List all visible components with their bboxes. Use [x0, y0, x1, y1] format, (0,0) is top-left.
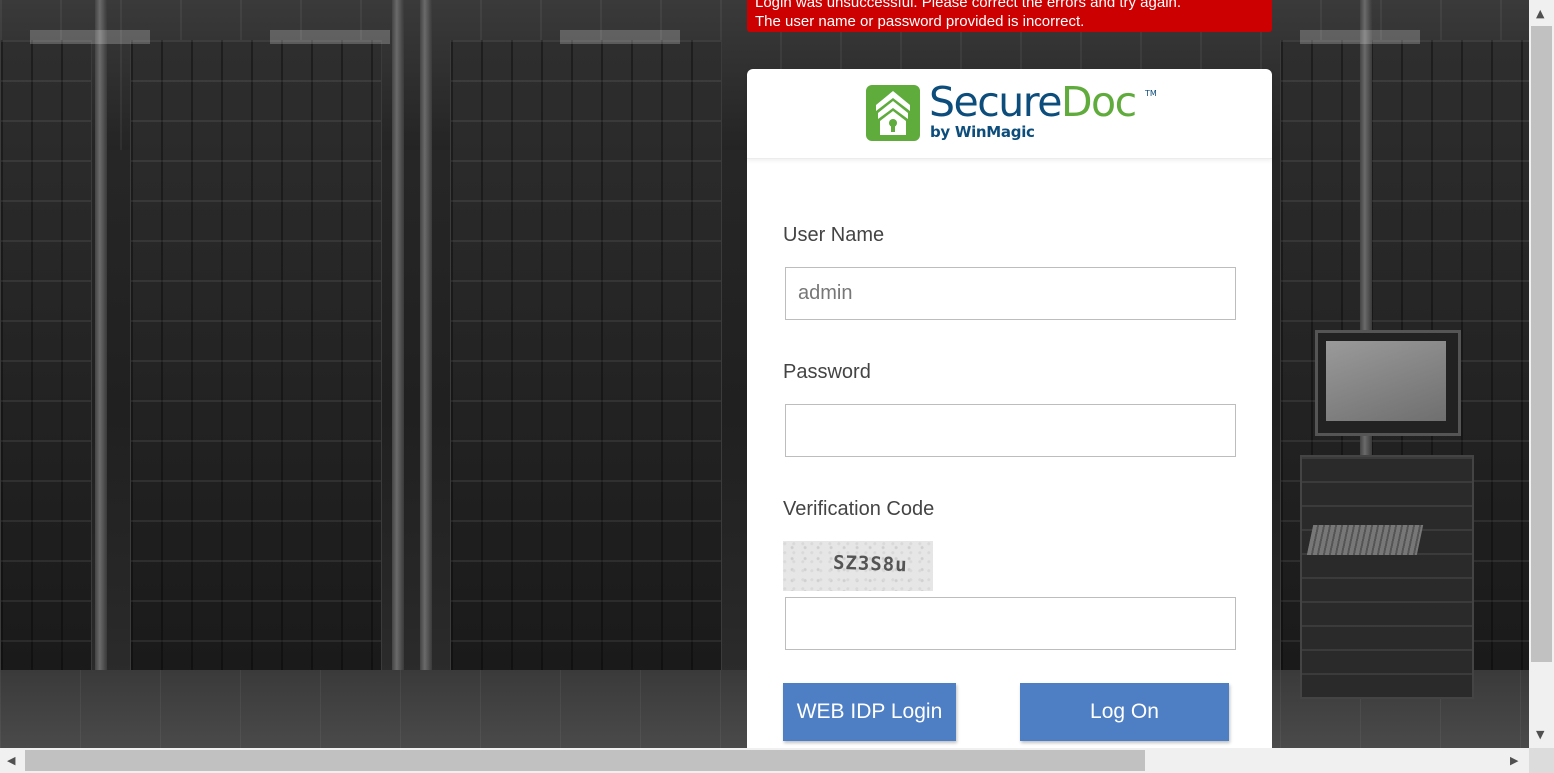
web-idp-login-button[interactable]: WEB IDP Login [783, 683, 956, 741]
card-header: SecureDoc TM by WinMagic [747, 69, 1272, 159]
pillar [392, 0, 404, 680]
securedoc-shield-icon [866, 85, 920, 141]
brand-part-doc: Doc [1060, 78, 1137, 126]
scroll-left-arrow-icon[interactable]: ◀ [7, 755, 15, 766]
ceiling-light [560, 30, 680, 44]
login-card: SecureDoc TM by WinMagic User Name Passw… [747, 69, 1272, 748]
log-on-button[interactable]: Log On [1020, 683, 1229, 741]
securedoc-logo: SecureDoc TM by WinMagic [866, 79, 1166, 145]
captcha-image: SZ3S8u [783, 541, 933, 591]
pillar [95, 0, 107, 680]
trademark-symbol: TM [1145, 89, 1157, 98]
scrollbar-corner [1529, 748, 1554, 773]
monitor-screen [1326, 341, 1446, 421]
username-label: User Name [783, 224, 885, 246]
monitor [1315, 330, 1461, 436]
error-banner: Login was unsuccessful. Please correct t… [747, 0, 1272, 32]
cart-body [1300, 455, 1474, 699]
username-input[interactable] [785, 267, 1236, 320]
pillar [420, 0, 432, 680]
server-rack [450, 40, 722, 670]
keyboard [1306, 525, 1424, 555]
error-message-line2: The user name or password provided is in… [755, 13, 1085, 30]
brand-part-secure: Secure [929, 78, 1062, 126]
horizontal-scrollbar-thumb[interactable] [25, 750, 1145, 771]
ceiling-light [30, 30, 150, 44]
terminal-cart [1290, 330, 1480, 730]
server-rack [130, 40, 382, 670]
password-input[interactable] [785, 404, 1236, 457]
brand-name: SecureDoc [929, 78, 1137, 126]
password-label: Password [783, 361, 871, 383]
brand-tagline: by WinMagic [930, 123, 1035, 141]
scroll-down-arrow-icon[interactable]: ▼ [1536, 729, 1544, 740]
captcha-text: SZ3S8u [832, 551, 909, 577]
vertical-scrollbar-thumb[interactable] [1531, 26, 1552, 662]
verification-code-input[interactable] [785, 597, 1236, 650]
verification-code-label: Verification Code [783, 498, 935, 520]
scroll-right-arrow-icon[interactable]: ▶ [1510, 755, 1518, 766]
error-message-line1: Login was unsuccessful. Please correct t… [755, 0, 1182, 11]
ceiling-light [270, 30, 390, 44]
scroll-up-arrow-icon[interactable]: ▲ [1536, 8, 1544, 19]
server-rack [0, 40, 92, 670]
ceiling-light [1300, 30, 1420, 44]
